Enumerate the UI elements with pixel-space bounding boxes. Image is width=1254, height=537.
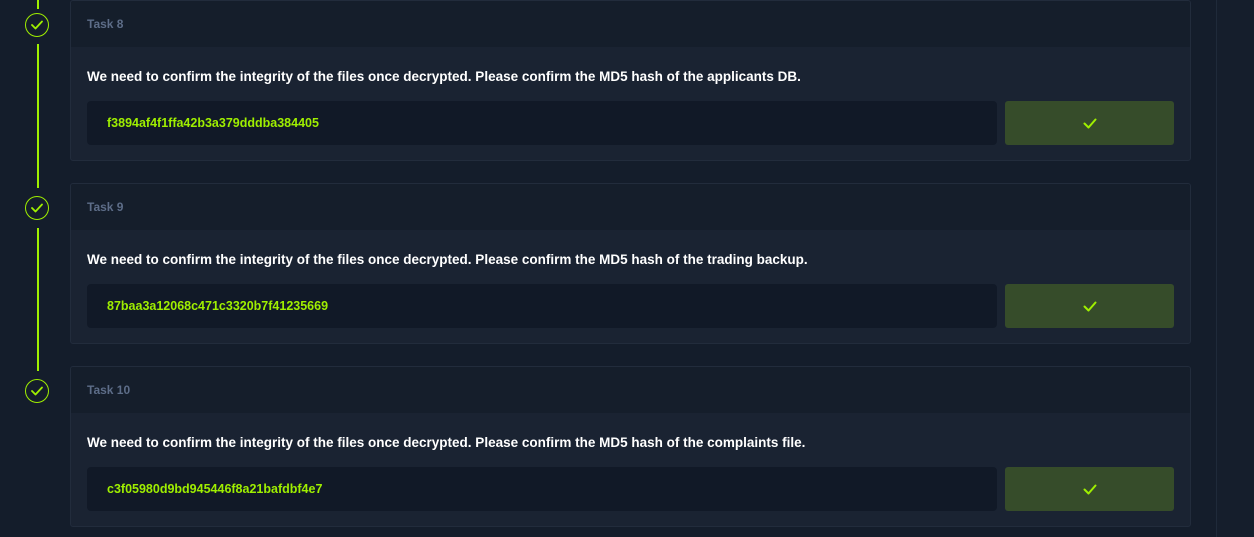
task-card: Task 9 We need to confirm the integrity … [70,183,1191,344]
task-label: Task 9 [87,200,124,214]
task-8-complete-icon [25,13,49,37]
task-question: We need to confirm the integrity of the … [87,252,808,267]
submit-answer-button[interactable] [1005,467,1174,511]
task-header: Task 8 [71,1,1190,47]
checkmark-icon [1083,301,1096,311]
task-label: Task 10 [87,383,131,397]
checkmark-icon [1083,484,1096,494]
answer-input[interactable]: 87baa3a12068c471c3320b7f41235669 [87,284,997,328]
task-header: Task 9 [71,184,1190,230]
task-card: Task 10 We need to confirm the integrity… [70,366,1191,527]
task-header: Task 10 [71,367,1190,413]
task-card: Task 8 We need to confirm the integrity … [70,0,1191,161]
task-label: Task 8 [87,17,124,31]
timeline-connector [37,228,39,371]
timeline-connector [37,44,39,188]
task-9-complete-icon [25,196,49,220]
timeline-connector [37,0,39,9]
submit-answer-button[interactable] [1005,284,1174,328]
task-question: We need to confirm the integrity of the … [87,435,806,450]
answer-input[interactable]: c3f05980d9bd945446f8a21bafdbf4e7 [87,467,997,511]
answer-input[interactable]: f3894af4f1ffa42b3a379dddba384405 [87,101,997,145]
task-list-page: Task 8 We need to confirm the integrity … [0,0,1254,537]
checkmark-icon [1083,118,1096,128]
task-10-complete-icon [25,379,49,403]
right-sidebar-panel [1216,0,1254,537]
task-question: We need to confirm the integrity of the … [87,69,801,84]
submit-answer-button[interactable] [1005,101,1174,145]
